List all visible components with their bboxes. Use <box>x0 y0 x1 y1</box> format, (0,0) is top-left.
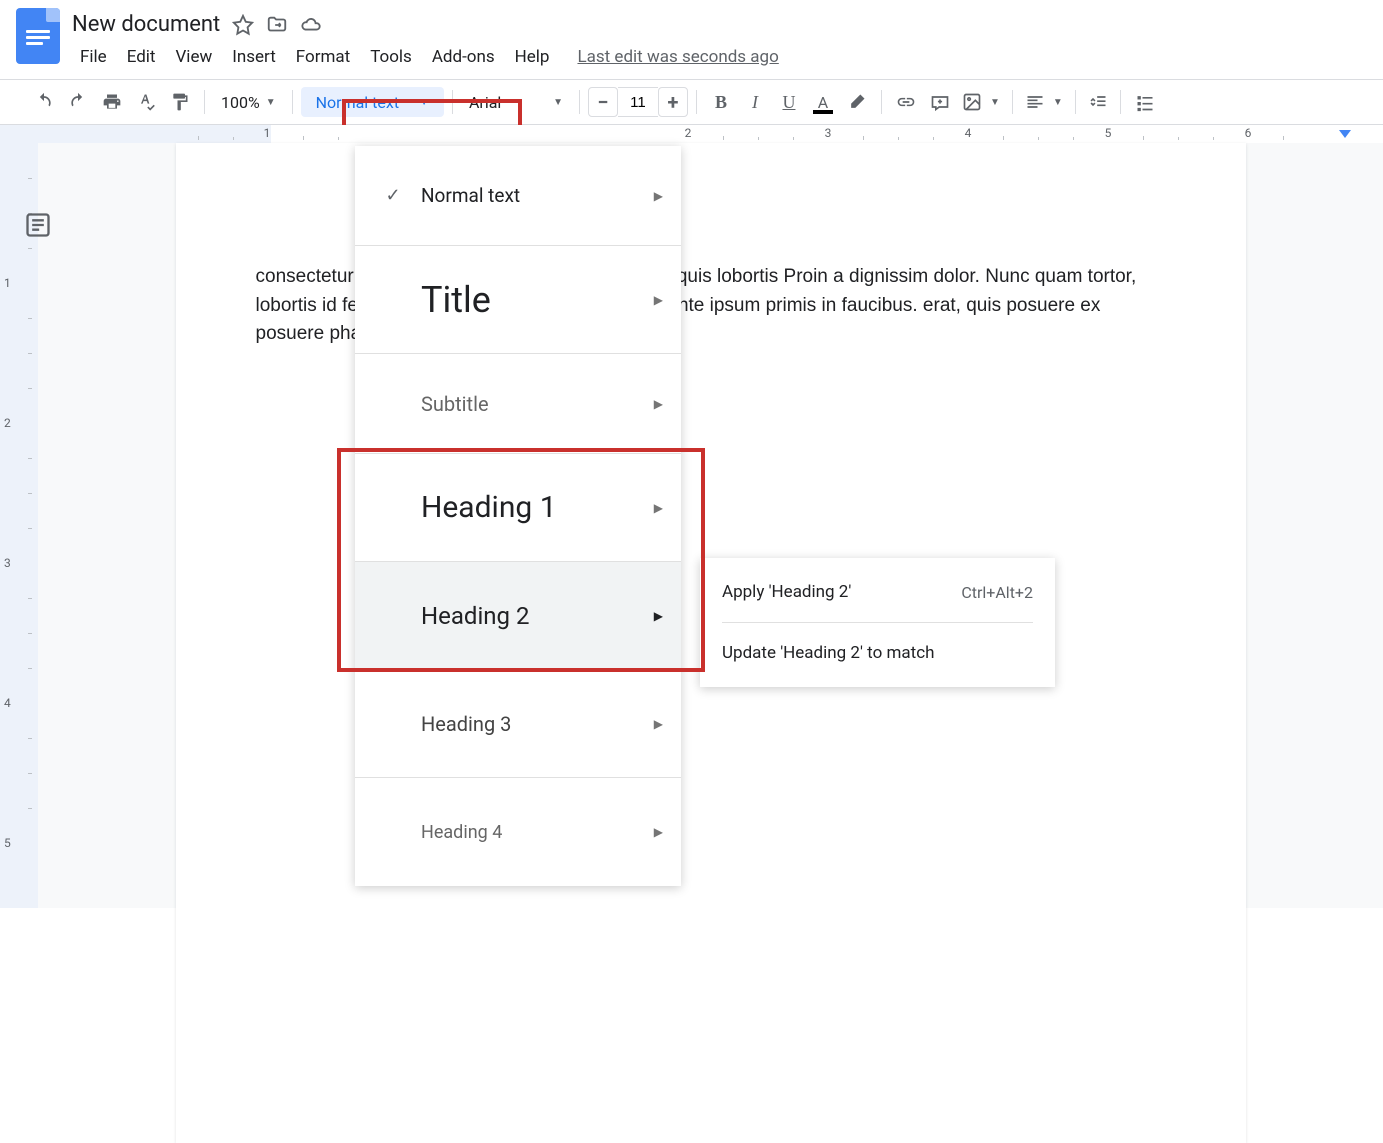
menu-addons[interactable]: Add-ons <box>424 43 503 71</box>
move-folder-icon[interactable] <box>266 14 288 36</box>
menu-bar: File Edit View Insert Format Tools Add-o… <box>72 43 1367 71</box>
spellcheck-button[interactable] <box>130 86 162 118</box>
show-outline-button[interactable] <box>24 211 52 239</box>
document-area: 1 2 3 4 5 consectetur adipiscing elit. M… <box>0 143 1383 908</box>
style-option-h4[interactable]: Heading 4 ▶ <box>355 778 681 886</box>
style-option-subtitle[interactable]: Subtitle ▶ <box>355 354 681 454</box>
star-icon[interactable] <box>232 14 254 36</box>
chevron-right-icon: ▶ <box>654 189 663 203</box>
style-label: Heading 4 <box>413 822 654 843</box>
decrease-fontsize-button[interactable]: − <box>588 87 618 117</box>
apply-heading-button[interactable]: Apply 'Heading 2' Ctrl+Alt+2 <box>700 566 1055 618</box>
update-heading-button[interactable]: Update 'Heading 2' to match <box>700 627 1055 679</box>
style-label: Subtitle <box>413 392 654 416</box>
chevron-right-icon: ▶ <box>654 825 663 839</box>
cloud-status-icon[interactable] <box>300 14 322 36</box>
undo-button[interactable] <box>28 86 60 118</box>
print-button[interactable] <box>96 86 128 118</box>
keyboard-shortcut: Ctrl+Alt+2 <box>961 583 1033 602</box>
menu-help[interactable]: Help <box>507 43 558 71</box>
styles-dropdown: ✓ Normal text ▶ Title ▶ Subtitle ▶ Headi… <box>355 146 681 886</box>
add-comment-button[interactable] <box>924 86 956 118</box>
underline-button[interactable]: U <box>773 86 805 118</box>
chevron-right-icon: ▶ <box>654 501 663 515</box>
chevron-right-icon: ▶ <box>654 397 663 411</box>
insert-link-button[interactable] <box>890 86 922 118</box>
highlight-button[interactable] <box>841 86 873 118</box>
style-option-h3[interactable]: Heading 3 ▶ <box>355 670 681 778</box>
horizontal-ruler[interactable]: 1 2 3 4 5 6 <box>0 125 1383 143</box>
font-combo[interactable]: Arial▼ <box>461 86 571 118</box>
right-indent-marker[interactable] <box>1339 130 1351 138</box>
last-edit-link[interactable]: Last edit was seconds ago <box>577 47 778 67</box>
toolbar: 100%▼ Normal text▼ Arial▼ − + B I U A ▼ … <box>0 79 1383 125</box>
menu-separator <box>722 622 1033 623</box>
increase-fontsize-button[interactable]: + <box>658 87 688 117</box>
style-label: Heading 3 <box>413 712 654 736</box>
menu-view[interactable]: View <box>167 43 220 71</box>
style-option-title[interactable]: Title ▶ <box>355 246 681 354</box>
style-label: Title <box>413 279 654 321</box>
line-spacing-button[interactable] <box>1084 86 1112 118</box>
redo-button[interactable] <box>62 86 94 118</box>
check-icon: ✓ <box>373 185 413 206</box>
style-label: Heading 2 <box>413 602 654 630</box>
paint-format-button[interactable] <box>164 86 196 118</box>
style-label: Heading 1 <box>413 490 654 525</box>
chevron-right-icon: ▶ <box>654 609 663 623</box>
styles-combo[interactable]: Normal text▼ <box>301 87 444 117</box>
chevron-right-icon: ▶ <box>654 293 663 307</box>
app-header: New document File Edit View Insert Forma… <box>0 0 1383 71</box>
menu-tools[interactable]: Tools <box>362 43 420 71</box>
style-option-normal[interactable]: ✓ Normal text ▶ <box>355 146 681 246</box>
menu-edit[interactable]: Edit <box>119 43 164 71</box>
vertical-ruler[interactable]: 1 2 3 4 5 <box>0 143 38 908</box>
heading-submenu: Apply 'Heading 2' Ctrl+Alt+2 Update 'Hea… <box>700 558 1055 687</box>
bold-button[interactable]: B <box>705 86 737 118</box>
fontsize-input[interactable] <box>618 87 658 117</box>
style-option-h1[interactable]: Heading 1 ▶ <box>355 454 681 562</box>
italic-button[interactable]: I <box>739 86 771 118</box>
submenu-label: Apply 'Heading 2' <box>722 582 851 602</box>
zoom-combo[interactable]: 100%▼ <box>213 86 284 118</box>
style-label: Normal text <box>413 184 654 207</box>
document-title[interactable]: New document <box>72 12 220 37</box>
chevron-right-icon: ▶ <box>654 717 663 731</box>
menu-file[interactable]: File <box>72 43 115 71</box>
docs-logo-icon[interactable] <box>16 8 60 64</box>
menu-insert[interactable]: Insert <box>224 43 284 71</box>
style-option-h2[interactable]: Heading 2 ▶ <box>355 562 681 670</box>
text-color-button[interactable]: A <box>807 86 839 118</box>
menu-format[interactable]: Format <box>288 43 358 71</box>
submenu-label: Update 'Heading 2' to match <box>722 643 934 663</box>
align-button[interactable]: ▼ <box>1021 86 1067 118</box>
checklist-button[interactable] <box>1129 86 1161 118</box>
insert-image-button[interactable]: ▼ <box>958 86 1004 118</box>
